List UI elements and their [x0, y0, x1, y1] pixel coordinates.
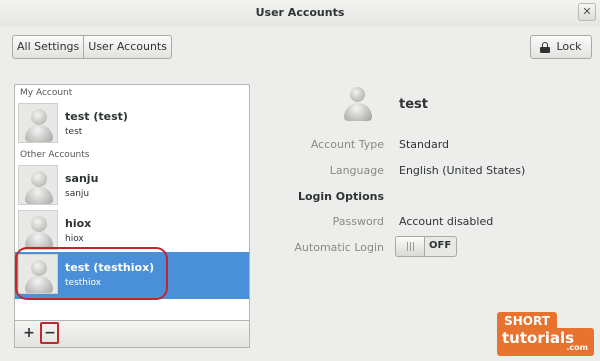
add-user-button[interactable]: + — [20, 325, 38, 344]
user-accounts-button[interactable]: User Accounts — [84, 35, 172, 59]
account-name: sanju — [65, 172, 99, 185]
switch-state: OFF — [429, 240, 452, 251]
account-login: test — [65, 127, 83, 137]
switch-handle[interactable] — [396, 237, 425, 256]
password-label: Password — [332, 215, 384, 228]
account-row-sanju[interactable]: sanju sanju — [15, 163, 249, 208]
avatar-icon — [18, 254, 58, 294]
language-label: Language — [329, 164, 384, 177]
window-title: User Accounts — [255, 6, 345, 19]
account-row-hiox[interactable]: hiox hiox — [15, 208, 249, 253]
user-avatar-icon[interactable] — [341, 86, 375, 126]
account-row-testhiox[interactable]: test (testhiox) testhiox — [15, 252, 249, 299]
lock-icon — [540, 41, 551, 53]
watermark-logo: SHORT tutorials .com — [497, 312, 594, 356]
avatar-icon — [18, 210, 58, 250]
account-name: test (testhiox) — [65, 261, 155, 274]
account-type-label: Account Type — [310, 138, 384, 151]
account-login: hiox — [65, 234, 84, 244]
other-accounts-label: Other Accounts — [20, 150, 90, 160]
remove-user-button[interactable]: − — [41, 325, 59, 344]
avatar-icon — [18, 103, 58, 143]
automatic-login-switch[interactable]: OFF — [395, 236, 457, 257]
account-list: My Account test (test) test Other Accoun… — [14, 84, 250, 348]
account-login: sanju — [65, 189, 90, 199]
lock-label: Lock — [556, 40, 582, 53]
breadcrumb: All Settings User Accounts — [12, 35, 172, 59]
automatic-login-label: Automatic Login — [294, 241, 384, 254]
account-name: hiox — [65, 217, 92, 230]
account-row-test[interactable]: test (test) test — [15, 101, 249, 146]
window-titlebar: User Accounts ✕ — [0, 0, 600, 26]
account-login: testhiox — [65, 278, 102, 288]
password-value[interactable]: Account disabled — [399, 215, 493, 228]
language-value[interactable]: English (United States) — [399, 164, 525, 177]
login-options-heading: Login Options — [297, 190, 384, 203]
avatar-icon — [18, 165, 58, 205]
watermark-suffix: .com — [566, 343, 588, 352]
all-settings-button[interactable]: All Settings — [12, 35, 85, 59]
account-name: test (test) — [65, 110, 128, 123]
account-list-toolbar: + − — [14, 320, 250, 348]
user-name[interactable]: test — [399, 97, 428, 112]
account-type-value[interactable]: Standard — [399, 138, 449, 151]
close-icon[interactable]: ✕ — [578, 3, 596, 21]
lock-button[interactable]: Lock — [530, 35, 592, 59]
my-account-label: My Account — [20, 88, 73, 98]
